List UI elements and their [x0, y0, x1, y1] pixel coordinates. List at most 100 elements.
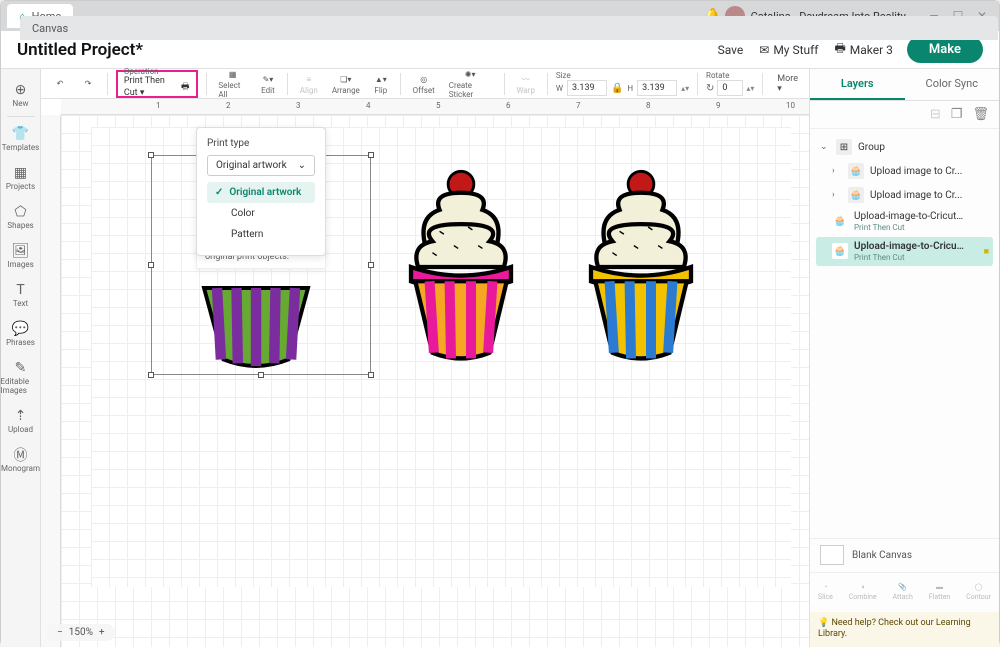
help-banner[interactable]: 💡 Need help? Check out our Learning Libr…: [810, 612, 999, 647]
more-button[interactable]: More ▾: [777, 74, 801, 94]
flip-icon: ▲▾: [374, 72, 388, 86]
selectall-icon: ▦: [226, 69, 240, 81]
warn-icon: ■: [984, 246, 989, 257]
delete-icon[interactable]: 🗑: [972, 107, 989, 122]
rail-shapes[interactable]: ⬠Shapes: [1, 197, 41, 236]
cupcake-image-1[interactable]: [191, 282, 321, 372]
op-flatten[interactable]: ▬Flatten: [929, 583, 951, 601]
rotate-input[interactable]: [717, 80, 743, 96]
chevron-down-icon[interactable]: ⌄: [820, 142, 830, 152]
height-input[interactable]: [637, 80, 677, 96]
arrange-icon: ❏▾: [339, 72, 353, 86]
ruler-horizontal: 1 2 3 4 5 6 7 8 9 10: [61, 99, 809, 115]
shirt-icon: 👕: [12, 125, 30, 143]
layer-subitem-1[interactable]: 🧁 Upload-image-to-Cricut...Print Then Cu…: [816, 207, 993, 237]
size-group: Size W 🔒 H ▴▾: [556, 71, 689, 96]
tab-layers[interactable]: Layers: [810, 69, 905, 100]
zoom-in-icon[interactable]: +: [99, 627, 105, 638]
artboard[interactable]: Print type Original artwork ⌄ ✓ Original…: [91, 127, 791, 587]
canvas-grid[interactable]: Print type Original artwork ⌄ ✓ Original…: [61, 115, 809, 647]
rotate-group: Rotate ↻ ▴▾: [706, 71, 754, 96]
layer-item-2[interactable]: › 🧁 Upload image to Cr...: [816, 183, 993, 207]
operation-dropdown[interactable]: Operation Print Then Cut ▾🖶: [116, 70, 198, 98]
rail-monogram[interactable]: ⓂMonogram: [1, 440, 41, 479]
handle-tr[interactable]: [368, 152, 374, 158]
zoom-out-icon[interactable]: −: [57, 627, 63, 638]
combine-icon: ◑: [861, 583, 865, 591]
undo-button[interactable]: ↶: [49, 69, 71, 99]
canvas-swatch[interactable]: Blank Canvas: [810, 538, 999, 572]
rail-new[interactable]: ⊕New: [1, 75, 41, 114]
swatch-label: Blank Canvas: [852, 550, 912, 561]
rail-editable-images[interactable]: ✎Editable Images: [1, 353, 41, 401]
canvas-area[interactable]: 1 2 3 4 5 6 7 8 9 10: [41, 99, 809, 647]
upload-icon: ⇡: [12, 407, 30, 425]
handle-ml[interactable]: [148, 262, 154, 268]
redo-button[interactable]: ↷: [77, 69, 99, 99]
printer-icon: 🖶: [834, 39, 845, 60]
edit-button[interactable]: ✎▾Edit: [257, 69, 279, 99]
layer-group[interactable]: ⌄ ⊞ Group: [816, 135, 993, 159]
print-type-selected: Original artwork: [216, 160, 287, 171]
ungroup-icon[interactable]: ⊟: [930, 107, 941, 122]
rail-images[interactable]: 🖼Images: [1, 236, 41, 275]
redo-icon: ↷: [81, 77, 95, 91]
handle-mr[interactable]: [368, 262, 374, 268]
width-input[interactable]: [567, 80, 607, 96]
tab-canvas[interactable]: Canvas: [20, 16, 998, 40]
createsticker-button[interactable]: ✺▾Create Sticker: [445, 69, 496, 99]
lightbulb-icon: 💡: [818, 618, 829, 628]
layer-subitem-2-selected[interactable]: 🧁 Upload-image-to-Cricu...Print Then Cut…: [816, 237, 993, 267]
arrange-button[interactable]: ❏▾Arrange: [328, 69, 364, 99]
rail-projects[interactable]: ▦Projects: [1, 158, 41, 197]
right-panel: Layers Color Sync ⊟ ❐ 🗑 ⌄ ⊞ Group › 🧁 Up…: [809, 69, 999, 647]
layer-item-1[interactable]: › 🧁 Upload image to Cr...: [816, 159, 993, 183]
stepper-icon[interactable]: ▴▾: [746, 84, 754, 93]
op-combine[interactable]: ◑Combine: [849, 583, 877, 601]
save-button[interactable]: Save: [718, 43, 744, 57]
flip-button[interactable]: ▲▾Flip: [370, 69, 392, 99]
op-slice[interactable]: ◔Slice: [818, 583, 833, 601]
print-type-select[interactable]: Original artwork ⌄: [207, 155, 315, 176]
offset-button[interactable]: ◎Offset: [409, 69, 439, 99]
warp-button[interactable]: 〰Warp: [512, 69, 539, 99]
tab-colorsync[interactable]: Color Sync: [905, 69, 1000, 100]
zoom-value: 150%: [69, 627, 93, 638]
op-contour[interactable]: ◯Contour: [966, 583, 991, 601]
cupcake-image-2[interactable]: [386, 167, 536, 367]
zoom-control[interactable]: − 150% +: [47, 624, 115, 641]
handle-bm[interactable]: [258, 372, 264, 378]
rail-text[interactable]: TText: [1, 275, 41, 314]
speech-icon: 💬: [12, 320, 30, 338]
selectall-button[interactable]: ▦Select All: [214, 69, 251, 99]
make-button[interactable]: Make: [907, 36, 983, 63]
handle-br[interactable]: [368, 372, 374, 378]
op-attach[interactable]: 📎Attach: [892, 583, 912, 601]
stepper-icon[interactable]: ▴▾: [681, 84, 689, 93]
tab-canvas-label: Canvas: [32, 22, 68, 35]
option-pattern[interactable]: Pattern: [207, 224, 315, 245]
lock-icon[interactable]: 🔒: [611, 83, 623, 94]
mystuff-button[interactable]: ✉ My Stuff: [759, 43, 818, 57]
rail-upload[interactable]: ⇡Upload: [1, 401, 41, 440]
rail-templates[interactable]: 👕Templates: [1, 119, 41, 158]
rotate-icon[interactable]: ↻: [706, 83, 714, 94]
handle-tl[interactable]: [148, 152, 154, 158]
option-original-artwork[interactable]: ✓ Original artwork: [207, 182, 315, 203]
chevron-right-icon[interactable]: ›: [832, 166, 842, 176]
cupcake-image-3[interactable]: [566, 167, 716, 367]
group-label: Group: [858, 142, 885, 153]
warp-icon: 〰: [519, 72, 533, 86]
operation-value: Print Then Cut ▾: [124, 76, 177, 99]
thumb-icon: 🧁: [848, 187, 864, 203]
chevron-right-icon[interactable]: ›: [832, 190, 842, 200]
duplicate-icon[interactable]: ❐: [951, 107, 963, 122]
chevron-down-icon: ⌄: [298, 160, 306, 171]
option-color[interactable]: Color: [207, 203, 315, 224]
machine-select[interactable]: 🖶 Maker 3: [834, 39, 892, 60]
project-title[interactable]: Untitled Project*: [17, 40, 143, 60]
handle-bl[interactable]: [148, 372, 154, 378]
thumb-icon: 🧁: [832, 214, 848, 230]
align-button[interactable]: ≡Align: [296, 69, 322, 99]
rail-phrases[interactable]: 💬Phrases: [1, 314, 41, 353]
